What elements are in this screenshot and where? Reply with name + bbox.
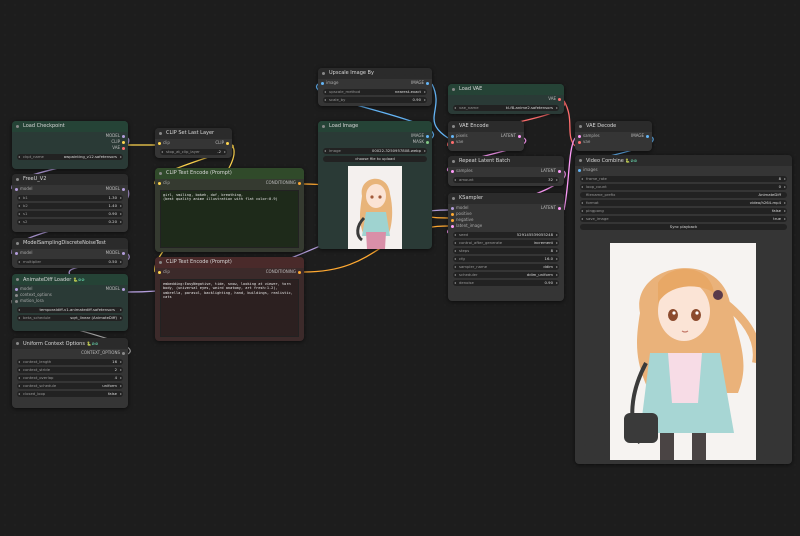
- node-title[interactable]: KSampler: [448, 193, 564, 204]
- sync-playback-button[interactable]: Sync playback: [580, 224, 787, 230]
- stop-at-clip-layer-widget[interactable]: stop_at_clip_layer-2: [160, 149, 227, 155]
- badge-icon: 🐍⊘⊘: [86, 341, 99, 346]
- io-model[interactable]: model MODEL: [12, 185, 128, 193]
- node-title[interactable]: VAE Decode: [575, 121, 652, 132]
- save-image-widget[interactable]: save_imagetrue: [580, 216, 787, 222]
- pingpong-widget[interactable]: pingpongfalse: [580, 208, 787, 214]
- beta-schedule-widget[interactable]: beta_schedulesqrt_linear (AnimateDiff): [17, 315, 123, 321]
- format-widget[interactable]: formatvideo/h264-mp4: [580, 200, 787, 206]
- node-clip-text-encode-positive[interactable]: CLIP Text Encode (Prompt) clip CONDITIONI…: [155, 168, 304, 252]
- node-title[interactable]: CLIP Text Encode (Prompt): [155, 168, 304, 179]
- video-preview[interactable]: [610, 243, 756, 460]
- control-after-generate-widget[interactable]: control_after_generateincrement: [453, 240, 559, 246]
- node-vae-encode[interactable]: VAE Encode pixels LATENT vae: [448, 121, 524, 151]
- node-title[interactable]: Load Checkpoint: [12, 121, 128, 132]
- b1-widget[interactable]: b11.30: [17, 195, 123, 201]
- node-animatediff-loader[interactable]: AnimateDiff Loader 🐍⊘⊘ model MODEL contex…: [12, 274, 128, 331]
- positive-prompt-textarea[interactable]: girl, smiling, bokeh, dof, breathing, (b…: [160, 190, 299, 248]
- preview-image: [348, 166, 402, 249]
- scale-by-widget[interactable]: scale_by0.90: [323, 97, 427, 103]
- badge-icon: 🐍⊘⊘: [72, 277, 85, 282]
- output-mask[interactable]: MASK: [318, 138, 432, 146]
- badge-icon: 🐍⊘⊘: [625, 158, 638, 163]
- node-title[interactable]: CLIP Set Last Layer: [155, 128, 232, 139]
- node-freeu-v2[interactable]: FreeU_V2 modelMODEL b11.30 b21.40 s10.90…: [12, 174, 128, 232]
- node-video-combine[interactable]: Video Combine 🐍⊘⊘ images frame_rate8 loo…: [575, 155, 792, 464]
- upscale-method-widget[interactable]: upscale_methodnearest-exact: [323, 89, 427, 95]
- sampler-name-widget[interactable]: sampler_nameddim: [453, 264, 559, 270]
- steps-widget[interactable]: steps8: [453, 248, 559, 254]
- node-title[interactable]: AnimateDiff Loader 🐍⊘⊘: [12, 274, 128, 285]
- input-latent-image[interactable]: latent_image: [448, 222, 564, 230]
- node-ksampler[interactable]: KSampler model LATENT positive negative l…: [448, 193, 564, 301]
- scheduler-widget[interactable]: schedulerddim_uniform: [453, 272, 559, 278]
- node-repeat-latent-batch[interactable]: Repeat Latent Batch samplesLATENT amount…: [448, 156, 564, 186]
- context-stride-widget[interactable]: context_stride2: [17, 367, 123, 373]
- ckpt-name-widget[interactable]: ckpt_nameawpainting_v12.safetensors: [17, 154, 123, 160]
- context-overlap-widget[interactable]: context_overlap4: [17, 375, 123, 381]
- cfg-widget[interactable]: cfg16.0: [453, 256, 559, 262]
- node-title[interactable]: Load VAE: [448, 84, 564, 95]
- input-motion-lora[interactable]: motion_lora: [12, 297, 128, 305]
- context-schedule-widget[interactable]: context_scheduleuniform: [17, 383, 123, 389]
- io-model[interactable]: model MODEL: [12, 249, 128, 257]
- node-load-vae[interactable]: Load VAE VAE vae_namekl-f8-anime2.safete…: [448, 84, 564, 114]
- node-vae-decode[interactable]: VAE Decode samples IMAGE vae: [575, 121, 652, 151]
- input-images[interactable]: images: [575, 166, 792, 174]
- node-load-checkpoint[interactable]: Load Checkpoint MODEL CLIP VAE ckpt_name…: [12, 121, 128, 169]
- io-clip[interactable]: clip CONDITIONING: [155, 179, 304, 187]
- frame-rate-widget[interactable]: frame_rate8: [580, 176, 787, 182]
- io-clip[interactable]: clip CLIP: [155, 139, 232, 147]
- s1-widget[interactable]: s10.90: [17, 211, 123, 217]
- denoise-widget[interactable]: denoise0.90: [453, 280, 559, 286]
- node-uniform-context-options[interactable]: Uniform Context Options 🐍⊘⊘ CONTEXT_OPTI…: [12, 338, 128, 408]
- upload-button[interactable]: choose file to upload: [323, 156, 427, 162]
- anime-girl-illustration: [348, 166, 402, 249]
- node-title[interactable]: Upscale Image By: [318, 68, 432, 79]
- node-title[interactable]: CLIP Text Encode (Prompt): [155, 257, 304, 268]
- context-length-widget[interactable]: context_length16: [17, 359, 123, 365]
- node-title[interactable]: Load Image: [318, 121, 432, 132]
- vae-name-widget[interactable]: vae_namekl-f8-anime2.safetensors: [453, 105, 559, 111]
- node-clip-text-encode-negative[interactable]: CLIP Text Encode (Prompt) clip CONDITIONI…: [155, 257, 304, 341]
- b2-widget[interactable]: b21.40: [17, 203, 123, 209]
- node-clip-set-last-layer[interactable]: CLIP Set Last Layer clipCLIP stop_at_cli…: [155, 128, 232, 158]
- filename-prefix-widget[interactable]: filename_prefix AnimateDiff: [580, 192, 787, 198]
- node-load-image[interactable]: Load Image IMAGE MASK image00022-3250957…: [318, 121, 432, 249]
- seed-widget[interactable]: seed529145539055248: [453, 232, 559, 238]
- input-vae[interactable]: vae: [575, 138, 652, 146]
- s2-widget[interactable]: s20.20: [17, 219, 123, 225]
- anime-girl-video-frame: [610, 243, 756, 460]
- input-vae[interactable]: vae: [448, 138, 524, 146]
- io-samples[interactable]: samples LATENT: [448, 167, 564, 175]
- node-model-sampling[interactable]: ModelSamplingDiscreteNoiseTest model MODE…: [12, 238, 128, 268]
- model-name-widget[interactable]: temporaldiff-v1-animatediff.safetensors: [17, 307, 123, 313]
- output-vae[interactable]: VAE: [448, 95, 564, 103]
- node-title[interactable]: VAE Encode: [448, 121, 524, 132]
- io-image[interactable]: image IMAGE: [318, 79, 432, 87]
- multiplier-widget[interactable]: multiplier0.50: [17, 259, 123, 265]
- node-title[interactable]: ModelSamplingDiscreteNoiseTest: [12, 238, 128, 249]
- node-title[interactable]: FreeU_V2: [12, 174, 128, 185]
- node-title[interactable]: Repeat Latent Batch: [448, 156, 564, 167]
- output-vae[interactable]: VAE: [12, 144, 128, 152]
- output-context-options[interactable]: CONTEXT_OPTIONS: [12, 349, 128, 357]
- node-upscale-image-by[interactable]: Upscale Image By imageIMAGE upscale_meth…: [318, 68, 432, 106]
- image-file-widget[interactable]: image00022-3250957808.webp: [323, 148, 427, 154]
- loop-count-widget[interactable]: loop_count0: [580, 184, 787, 190]
- node-title[interactable]: Uniform Context Options 🐍⊘⊘: [12, 338, 128, 349]
- closed-loop-widget[interactable]: closed_loopfalse: [17, 391, 123, 397]
- amount-widget[interactable]: amount32: [453, 177, 559, 183]
- node-title[interactable]: Video Combine 🐍⊘⊘: [575, 155, 792, 166]
- io-clip[interactable]: clip CONDITIONING: [155, 268, 304, 276]
- negative-prompt-textarea[interactable]: embedding:EasyNegative, tide, snow, look…: [160, 279, 299, 337]
